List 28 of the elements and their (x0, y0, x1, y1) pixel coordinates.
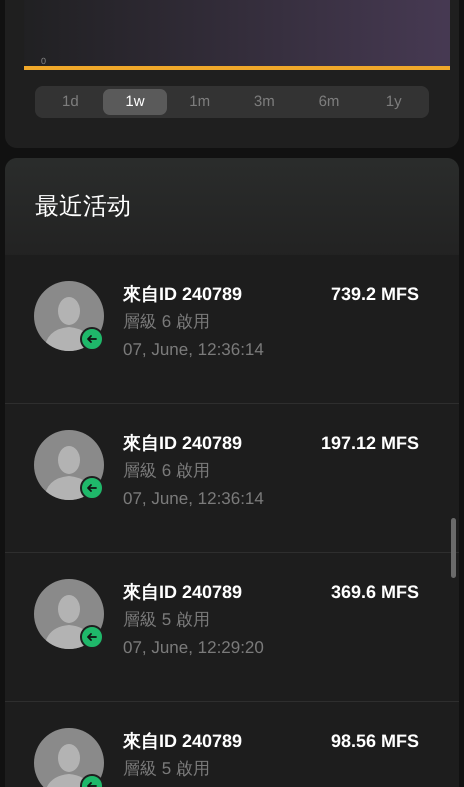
axis-label: 0 (41, 56, 46, 66)
level-text: 層級 5 啟用 (123, 609, 211, 631)
sender-title: 來自ID 240789 (123, 432, 242, 454)
amount: 369.6 MFS (330, 581, 419, 603)
range-tab[interactable]: 1d (38, 89, 103, 115)
amount: 197.12 MFS (320, 432, 419, 454)
avatar-icon (34, 728, 104, 787)
scrollbar (451, 518, 456, 578)
level-text: 層級 6 啟用 (123, 311, 211, 333)
timestamp: 07, June, 12:29:20 (123, 637, 265, 659)
range-tab[interactable]: 1m (167, 89, 232, 115)
range-tab[interactable]: 1y (361, 89, 426, 115)
amount: 739.2 MFS (330, 283, 419, 305)
section-title: 最近活动 (35, 192, 131, 222)
sender-title: 來自ID 240789 (123, 283, 242, 305)
timestamp: 07, June, 12:36:14 (123, 339, 265, 361)
sender-title: 來自ID 240789 (123, 581, 242, 603)
range-tab[interactable]: 1w (102, 89, 168, 115)
arrow-badge-icon (80, 327, 104, 351)
arrow-badge-icon (80, 625, 104, 649)
range-tab[interactable]: 3m (232, 89, 297, 115)
amount: 98.56 MFS (330, 730, 419, 752)
sender-title: 來自ID 240789 (123, 730, 242, 752)
level-text: 層級 5 啟用 (123, 758, 211, 780)
arrow-badge-icon (80, 476, 104, 500)
range-tab[interactable]: 6m (296, 89, 362, 115)
timestamp: 07, June, 12:36:14 (123, 488, 265, 510)
level-text: 層級 6 啟用 (123, 460, 211, 482)
